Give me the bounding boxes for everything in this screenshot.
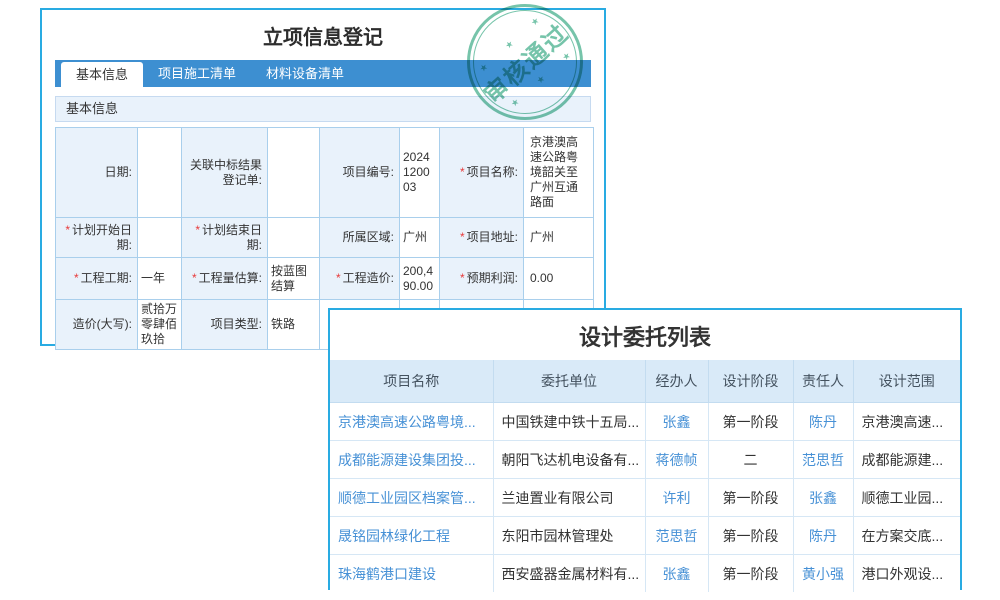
tab-bar: 基本信息项目施工清单材料设备清单 <box>55 60 591 87</box>
field-value[interactable]: 广州 <box>524 218 594 258</box>
design-scope-cell: 顺德工业园... <box>853 479 960 517</box>
field-value[interactable]: 京港澳高速公路粤境韶关至广州互通路面 <box>524 128 594 218</box>
design-scope-cell: 在方案交底... <box>853 517 960 555</box>
required-asterisk: * <box>460 165 465 179</box>
handler-link[interactable]: 张鑫 <box>645 555 708 593</box>
field-value[interactable]: 0.00 <box>524 258 594 300</box>
field-label: 项目编号: <box>320 128 400 218</box>
client-cell: 中国铁建中铁十五局... <box>493 403 645 441</box>
table-header-row: 项目名称委托单位经办人设计阶段责任人设计范围 <box>330 360 960 403</box>
handler-link[interactable]: 张鑫 <box>645 403 708 441</box>
field-label: *工程工期: <box>56 258 138 300</box>
field-value[interactable] <box>268 218 320 258</box>
project-registration-panel: 立项信息登记 基本信息项目施工清单材料设备清单 基本信息 日期:关联中标结果登记… <box>40 8 606 346</box>
handler-link[interactable]: 蒋德帧 <box>645 441 708 479</box>
field-label: *工程量估算: <box>182 258 268 300</box>
field-label: *计划结束日期: <box>182 218 268 258</box>
project-name-link[interactable]: 成都能源建设集团投... <box>330 441 493 479</box>
table-row: 珠海鹤港口建设西安盛器金属材料有...张鑫第一阶段黄小强港口外观设... <box>330 555 960 593</box>
required-asterisk: * <box>460 230 465 244</box>
tab-basic-info[interactable]: 基本信息 <box>61 62 143 87</box>
field-label: 造价(大写): <box>56 300 138 350</box>
table-row: 晟铭园林绿化工程东阳市园林管理处范思哲第一阶段陈丹在方案交底... <box>330 517 960 555</box>
project-name-link[interactable]: 京港澳高速公路粤境... <box>330 403 493 441</box>
form-row: *计划开始日期:*计划结束日期:所属区域:广州*项目地址:广州 <box>56 218 594 258</box>
field-value[interactable]: 一年 <box>138 258 182 300</box>
design-commission-panel: 设计委托列表 项目名称委托单位经办人设计阶段责任人设计范围 京港澳高速公路粤境.… <box>328 308 962 590</box>
project-name-link[interactable]: 顺德工业园区档案管... <box>330 479 493 517</box>
client-cell: 朝阳飞达机电设备有... <box>493 441 645 479</box>
field-value[interactable] <box>138 218 182 258</box>
project-name-link[interactable]: 晟铭园林绿化工程 <box>330 517 493 555</box>
field-value[interactable]: 广州 <box>400 218 440 258</box>
owner-link[interactable]: 陈丹 <box>793 517 853 555</box>
section-header: 基本信息 <box>55 96 591 122</box>
required-asterisk: * <box>460 271 465 285</box>
field-label: 项目类型: <box>182 300 268 350</box>
required-asterisk: * <box>195 223 200 237</box>
client-cell: 兰迪置业有限公司 <box>493 479 645 517</box>
field-label: 日期: <box>56 128 138 218</box>
field-label: 关联中标结果登记单: <box>182 128 268 218</box>
list-title: 设计委托列表 <box>330 310 960 360</box>
table-row: 顺德工业园区档案管...兰迪置业有限公司许利第一阶段张鑫顺德工业园... <box>330 479 960 517</box>
field-label: *计划开始日期: <box>56 218 138 258</box>
column-header: 责任人 <box>793 360 853 403</box>
required-asterisk: * <box>336 271 341 285</box>
field-value[interactable] <box>138 128 182 218</box>
owner-link[interactable]: 范思哲 <box>793 441 853 479</box>
owner-link[interactable]: 陈丹 <box>793 403 853 441</box>
column-header: 委托单位 <box>493 360 645 403</box>
client-cell: 西安盛器金属材料有... <box>493 555 645 593</box>
required-asterisk: * <box>65 223 70 237</box>
design-phase-cell: 第一阶段 <box>708 517 793 555</box>
owner-link[interactable]: 黄小强 <box>793 555 853 593</box>
design-phase-cell: 第一阶段 <box>708 479 793 517</box>
client-cell: 东阳市园林管理处 <box>493 517 645 555</box>
table-body: 京港澳高速公路粤境...中国铁建中铁十五局...张鑫第一阶段陈丹京港澳高速...… <box>330 403 960 593</box>
field-label: *工程造价: <box>320 258 400 300</box>
page-title: 立项信息登记 <box>42 24 604 52</box>
design-commission-table: 项目名称委托单位经办人设计阶段责任人设计范围 京港澳高速公路粤境...中国铁建中… <box>330 360 960 592</box>
design-scope-cell: 港口外观设... <box>853 555 960 593</box>
design-phase-cell: 第一阶段 <box>708 403 793 441</box>
table-row: 京港澳高速公路粤境...中国铁建中铁十五局...张鑫第一阶段陈丹京港澳高速... <box>330 403 960 441</box>
form-row: 日期: 关联中标结果登记单: 项目编号:2024120003*项目名称:京港澳高速公… <box>56 128 594 218</box>
required-asterisk: * <box>74 271 79 285</box>
handler-link[interactable]: 范思哲 <box>645 517 708 555</box>
field-value[interactable]: 2024120003 <box>400 128 440 218</box>
design-scope-cell: 成都能源建... <box>853 441 960 479</box>
field-value[interactable]: 按蓝图结算 <box>268 258 320 300</box>
tab-construction-list[interactable]: 项目施工清单 <box>143 60 251 87</box>
form-row: *工程工期:一年*工程量估算:按蓝图结算*工程造价:200,490.00*预期利… <box>56 258 594 300</box>
project-name-link[interactable]: 珠海鹤港口建设 <box>330 555 493 593</box>
field-value[interactable] <box>268 128 320 218</box>
field-value[interactable]: 贰拾万零肆佰玖拾 <box>138 300 182 350</box>
field-label: *项目地址: <box>440 218 524 258</box>
tab-materials-list[interactable]: 材料设备清单 <box>251 60 359 87</box>
column-header: 设计阶段 <box>708 360 793 403</box>
required-asterisk: * <box>192 271 197 285</box>
design-phase-cell: 第一阶段 <box>708 555 793 593</box>
column-header: 经办人 <box>645 360 708 403</box>
handler-link[interactable]: 许利 <box>645 479 708 517</box>
column-header: 项目名称 <box>330 360 493 403</box>
field-value[interactable]: 200,490.00 <box>400 258 440 300</box>
owner-link[interactable]: 张鑫 <box>793 479 853 517</box>
field-label: 所属区域: <box>320 218 400 258</box>
design-scope-cell: 京港澳高速... <box>853 403 960 441</box>
table-row: 成都能源建设集团投...朝阳飞达机电设备有...蒋德帧二范思哲成都能源建... <box>330 441 960 479</box>
field-label: *预期利润: <box>440 258 524 300</box>
design-phase-cell: 二 <box>708 441 793 479</box>
field-value[interactable]: 铁路 <box>268 300 320 350</box>
field-label: *项目名称: <box>440 128 524 218</box>
column-header: 设计范围 <box>853 360 960 403</box>
